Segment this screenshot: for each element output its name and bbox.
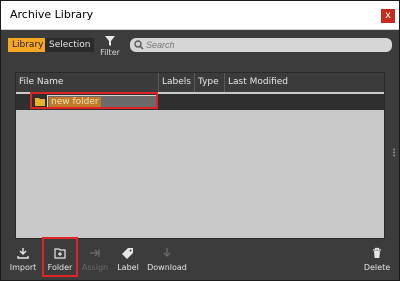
column-last-modified[interactable]: Last Modified — [225, 73, 384, 92]
filter-button[interactable]: Filter — [97, 32, 123, 58]
archive-library-window: Archive Library x Library Selection Filt… — [0, 0, 400, 281]
column-labels[interactable]: Labels — [159, 73, 195, 92]
close-button[interactable]: x — [381, 9, 395, 23]
label-button[interactable]: Label — [115, 247, 141, 272]
import-label: Import — [9, 263, 37, 272]
column-type[interactable]: Type — [195, 73, 225, 92]
import-icon — [17, 248, 29, 259]
download-label: Download — [147, 263, 187, 272]
import-button[interactable]: Import — [9, 247, 37, 272]
tab-library[interactable]: Library — [8, 38, 48, 52]
search-icon — [134, 40, 144, 50]
delete-label: Delete — [363, 263, 391, 272]
filter-label: Filter — [100, 48, 120, 57]
tab-selection[interactable]: Selection — [45, 38, 95, 52]
window-title: Archive Library — [10, 8, 94, 21]
column-file-name[interactable]: File Name — [16, 73, 159, 92]
filter-icon — [105, 36, 115, 46]
assign-button[interactable]: Assign — [81, 247, 109, 272]
search-box[interactable] — [130, 38, 392, 52]
download-icon — [163, 248, 171, 257]
delete-button[interactable]: Delete — [363, 247, 391, 272]
tag-icon — [122, 248, 133, 259]
label-label: Label — [117, 263, 139, 272]
highlight-rename-field — [30, 92, 158, 109]
search-input[interactable] — [146, 38, 381, 52]
assign-icon — [90, 249, 100, 257]
toolbar: Library Selection Filter — [1, 30, 399, 60]
trash-icon — [373, 247, 381, 258]
title-bar: Archive Library x — [1, 1, 399, 30]
table-header: File Name Labels Type Last Modified — [16, 73, 384, 92]
resize-grip[interactable]: • • • — [392, 147, 396, 160]
highlight-folder-button — [42, 237, 78, 277]
assign-label: Assign — [81, 263, 109, 272]
download-button[interactable]: Download — [147, 247, 187, 272]
